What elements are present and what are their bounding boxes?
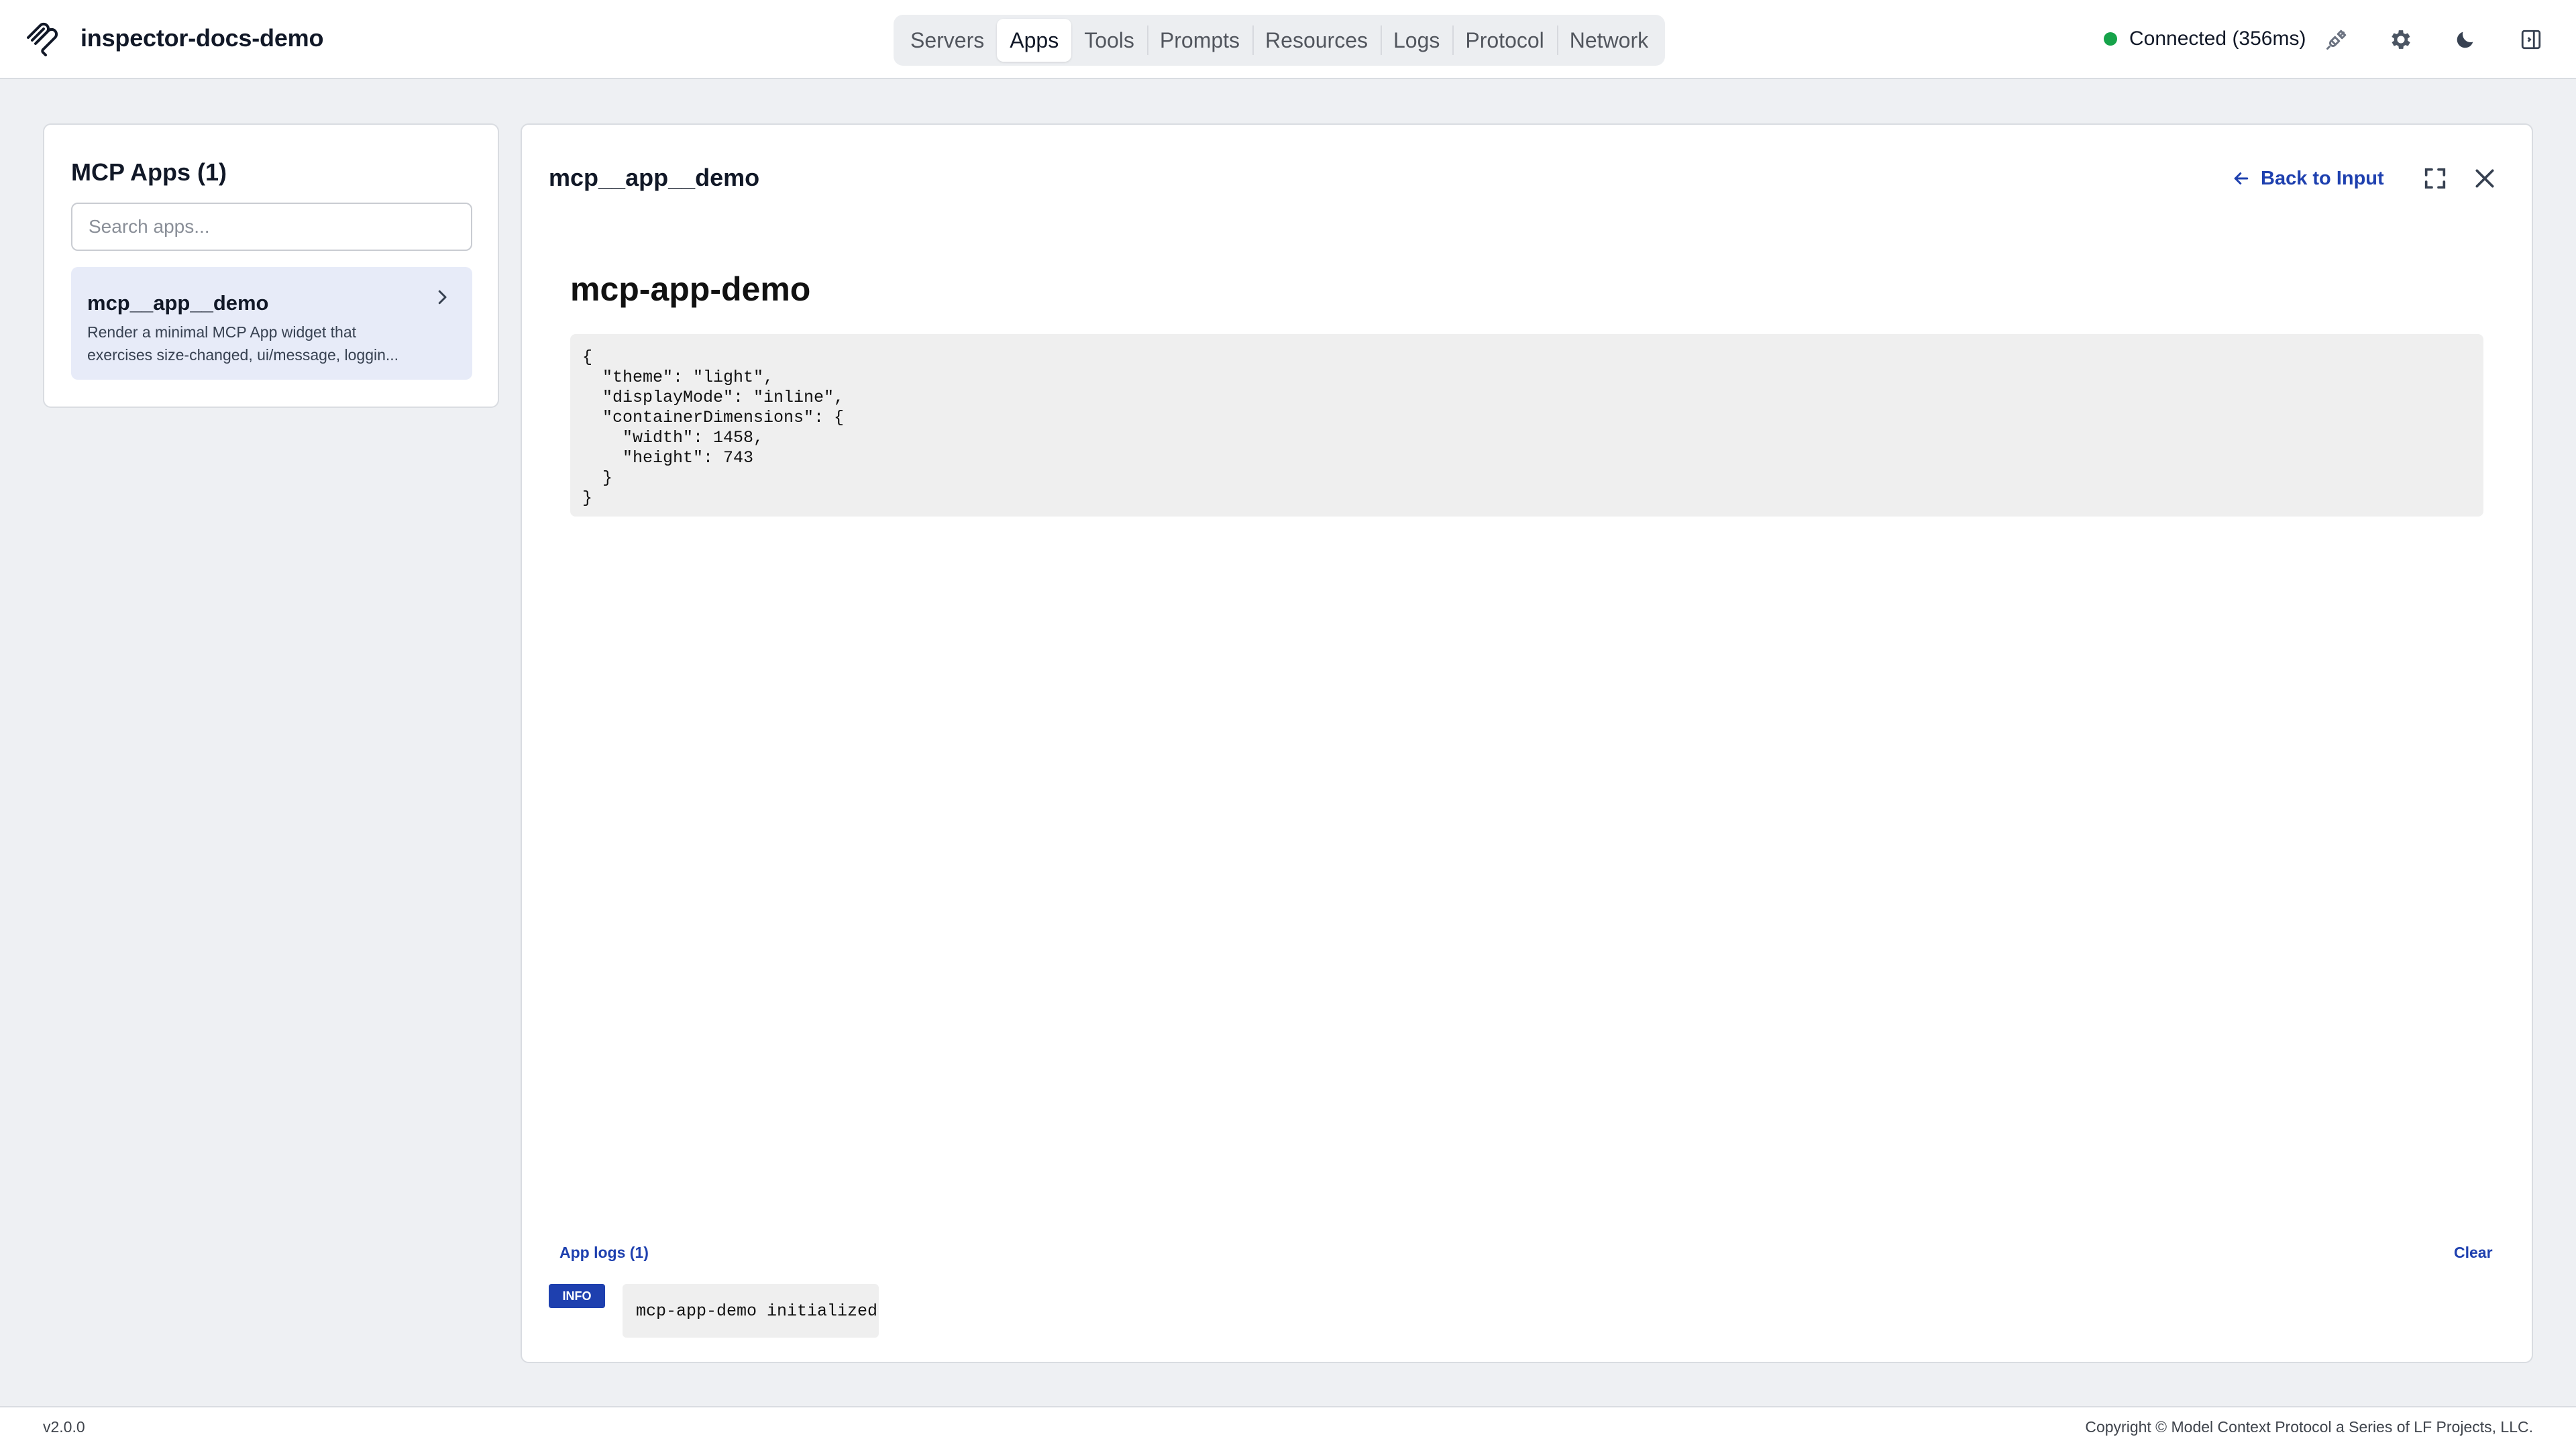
- copyright-text: Copyright © Model Context Protocol a Ser…: [2085, 1418, 2533, 1436]
- log-level-badge: INFO: [549, 1284, 605, 1308]
- tab-protocol[interactable]: Protocol: [1452, 19, 1556, 62]
- app-item-description-line: Render a minimal MCP App widget that: [87, 323, 356, 341]
- app-logs-toggle[interactable]: App logs (1): [559, 1244, 649, 1262]
- fullscreen-expand-icon[interactable]: [2422, 165, 2449, 192]
- log-message: mcp-app-demo initialized: [623, 1284, 879, 1338]
- tab-apps[interactable]: Apps: [997, 19, 1072, 62]
- chevron-right-icon: [438, 290, 447, 305]
- tab-network[interactable]: Network: [1556, 19, 1661, 62]
- tab-logs[interactable]: Logs: [1380, 19, 1452, 62]
- page-footer: v2.0.0 Copyright © Model Context Protoco…: [0, 1406, 2576, 1449]
- arrow-left-icon: [2234, 172, 2249, 184]
- app-item-description-line: exercises size-changed, ui/message, logg…: [87, 346, 399, 364]
- apps-sidebar-panel: MCP Apps (1) mcp__app__demo Render a min…: [43, 123, 499, 408]
- version-label: v2.0.0: [43, 1418, 85, 1436]
- sidebar-toggle-icon[interactable]: [2517, 25, 2545, 54]
- disconnect-plug-icon[interactable]: [2322, 25, 2351, 54]
- app-item-description: Render a minimal MCP App widget that exe…: [87, 321, 423, 366]
- dark-mode-moon-icon[interactable]: [2451, 25, 2479, 54]
- widget-heading: mcp-app-demo: [570, 270, 811, 308]
- back-to-input-label: Back to Input: [2261, 167, 2384, 189]
- close-icon[interactable]: [2471, 165, 2498, 192]
- search-apps-input[interactable]: [71, 203, 472, 251]
- app-detail-panel: mcp__app__demo Back to Input mcp-app-dem…: [521, 123, 2533, 1363]
- apps-list-title: MCP Apps (1): [71, 158, 227, 186]
- connection-status: Connected (356ms): [2104, 25, 2306, 52]
- status-dot-icon: [2104, 32, 2117, 46]
- tab-resources[interactable]: Resources: [1252, 19, 1381, 62]
- clear-logs-button[interactable]: Clear: [2454, 1244, 2493, 1262]
- tab-tools[interactable]: Tools: [1071, 19, 1147, 62]
- connection-status-text: Connected (356ms): [2129, 28, 2306, 50]
- tab-servers[interactable]: Servers: [898, 19, 997, 62]
- main-nav-tabs: Servers Apps Tools Prompts Resources Log…: [894, 15, 1666, 66]
- settings-gear-icon[interactable]: [2387, 25, 2415, 54]
- app-list-item[interactable]: mcp__app__demo Render a minimal MCP App …: [71, 267, 472, 380]
- app-item-name: mcp__app__demo: [87, 291, 269, 315]
- widget-context-json: { "theme": "light", "displayMode": "inli…: [570, 334, 2483, 517]
- back-to-input-button[interactable]: Back to Input: [2231, 164, 2384, 193]
- mcp-logo-icon: [27, 22, 58, 56]
- server-name-title: inspector-docs-demo: [80, 24, 324, 52]
- tab-prompts[interactable]: Prompts: [1146, 19, 1252, 62]
- app-detail-title: mcp__app__demo: [549, 164, 760, 191]
- top-header: inspector-docs-demo Servers Apps Tools P…: [0, 0, 2576, 79]
